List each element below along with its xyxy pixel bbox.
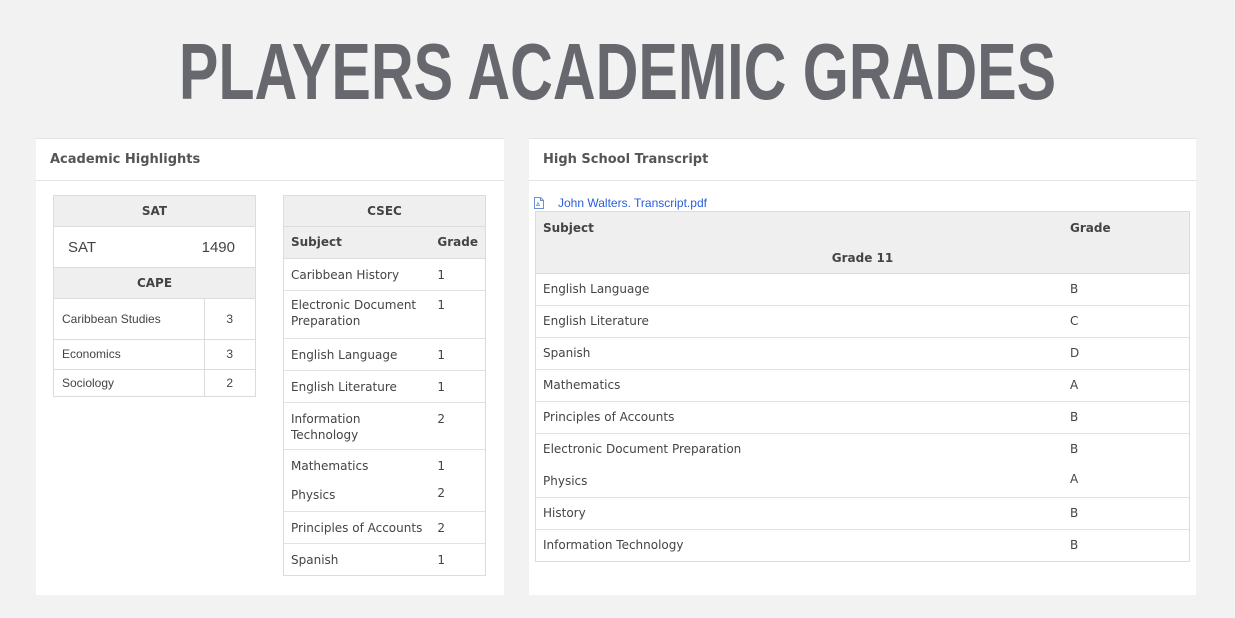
csec-subject: Mathematics	[291, 458, 369, 473]
table-row: English Language 1	[284, 338, 485, 371]
csec-subject: English Literature	[284, 370, 435, 403]
transcript-subject: Information Technology	[543, 538, 684, 553]
sat-cape-card: SAT SAT 1490 CAPE Caribbean Studies 3 Ec…	[53, 195, 256, 397]
csec-grade: 2	[434, 511, 485, 544]
transcript-table-card: Subject Grade Grade 11 English Language B…	[535, 211, 1190, 562]
transcript-header: High School Transcript	[529, 139, 1196, 181]
table-row: English Literature 1	[284, 370, 485, 403]
transcript-subject: Principles of Accounts	[536, 401, 1063, 434]
table-row: Information Technology 2	[284, 402, 485, 450]
cape-subject: Economics	[54, 339, 204, 370]
table-row: History B	[536, 497, 1189, 530]
transcript-subject: Electronic Document Preparation	[543, 442, 742, 457]
cape-grade: 2	[203, 369, 255, 396]
table-row: Physics 2	[284, 480, 485, 512]
csec-grade-col: Grade	[434, 227, 485, 259]
transcript-grade: A	[1063, 465, 1189, 498]
table-row: Mathematics 1	[284, 449, 485, 480]
cape-subject: Caribbean Studies	[54, 299, 204, 340]
transcript-file-link[interactable]: John Walters. Transcript.pdf	[534, 194, 707, 212]
transcript-file-name[interactable]: John Walters. Transcript.pdf	[558, 196, 707, 210]
table-row: Sociology 2	[54, 369, 255, 396]
sat-row: SAT 1490	[54, 227, 255, 268]
transcript-grade: D	[1063, 337, 1189, 370]
transcript-subject: History	[536, 497, 1063, 530]
sat-label: SAT	[68, 238, 97, 256]
csec-subject: English Language	[284, 338, 435, 371]
table-row: Information Technology B	[536, 529, 1189, 561]
csec-grade: 1	[434, 290, 485, 339]
table-row: Spanish 1	[284, 543, 485, 575]
transcript-grade: B	[1063, 273, 1189, 306]
transcript-grade: A	[1063, 369, 1189, 402]
table-row: Principles of Accounts B	[536, 401, 1189, 434]
cape-grade: 3	[203, 299, 255, 340]
csec-subject: Information Technology	[284, 402, 435, 450]
sat-score: 1490	[201, 238, 235, 256]
transcript-grade-col: Grade	[1063, 212, 1189, 243]
academic-highlights-panel: Academic Highlights SAT SAT 1490 CAPE Ca…	[36, 138, 504, 595]
csec-grade: 1	[434, 338, 485, 371]
pdf-file-icon	[534, 197, 544, 209]
transcript-grade: B	[1063, 401, 1189, 434]
transcript-subject: Mathematics	[536, 369, 1063, 402]
transcript-panel: High School Transcript John Walters. Tra…	[529, 138, 1196, 595]
table-row: Electronic Document Preparation B	[536, 433, 1189, 465]
cape-table: Caribbean Studies 3 Economics 3 Sociolog…	[54, 299, 255, 396]
csec-grade: 1	[437, 458, 446, 473]
transcript-subject: English Language	[536, 273, 1063, 306]
table-header-row: Subject Grade	[536, 212, 1189, 243]
table-row: Mathematics A	[536, 369, 1189, 402]
cape-subject: Sociology	[62, 375, 115, 390]
transcript-grade: B	[1063, 497, 1189, 530]
transcript-subject: Physics	[536, 465, 1063, 498]
transcript-table: Subject Grade Grade 11 English Language B…	[536, 212, 1189, 561]
csec-card: CSEC Subject Grade Caribbean History 1 El…	[283, 195, 486, 576]
page-title: PLAYERS ACADEMIC GRADES	[178, 27, 1057, 116]
csec-heading: CSEC	[284, 196, 485, 227]
csec-grade: 1	[434, 370, 485, 403]
csec-subject: Physics	[284, 480, 435, 512]
table-row: English Literature C	[536, 305, 1189, 338]
table-row: English Language B	[536, 273, 1189, 306]
csec-grade: 2	[434, 480, 485, 512]
csec-subject: Electronic Document Preparation	[284, 290, 435, 339]
csec-subject: Caribbean History	[284, 258, 435, 291]
table-row: Caribbean Studies 3	[54, 299, 255, 340]
grade-group-label: Grade 11	[536, 243, 1189, 274]
table-row: Caribbean History 1	[284, 258, 485, 291]
csec-grade: 1	[437, 552, 446, 567]
table-row: Physics A	[536, 465, 1189, 498]
table-header-row: Subject Grade	[284, 227, 485, 259]
csec-grade: 1	[434, 258, 485, 291]
sat-heading: SAT	[54, 196, 255, 227]
transcript-subject-col: Subject	[536, 212, 1063, 243]
transcript-subject: Spanish	[536, 337, 1063, 370]
csec-table: Subject Grade Caribbean History 1 Electro…	[284, 227, 485, 575]
transcript-subject: English Literature	[536, 305, 1063, 338]
table-row: Principles of Accounts 2	[284, 511, 485, 544]
cape-heading: CAPE	[54, 268, 255, 299]
transcript-grade: B	[1070, 442, 1079, 457]
transcript-grade: B	[1070, 538, 1079, 553]
table-row: Electronic Document Preparation 1	[284, 290, 485, 339]
csec-subject: Principles of Accounts	[284, 511, 435, 544]
table-row: Spanish D	[536, 337, 1189, 370]
cape-grade: 3	[203, 339, 255, 370]
transcript-grade: C	[1063, 305, 1189, 338]
csec-subject-col: Subject	[284, 227, 435, 259]
academic-highlights-header: Academic Highlights	[36, 139, 504, 181]
group-row: Grade 11	[536, 243, 1189, 274]
table-row: Economics 3	[54, 339, 255, 370]
csec-grade: 2	[434, 402, 485, 450]
csec-subject: Spanish	[291, 552, 339, 567]
